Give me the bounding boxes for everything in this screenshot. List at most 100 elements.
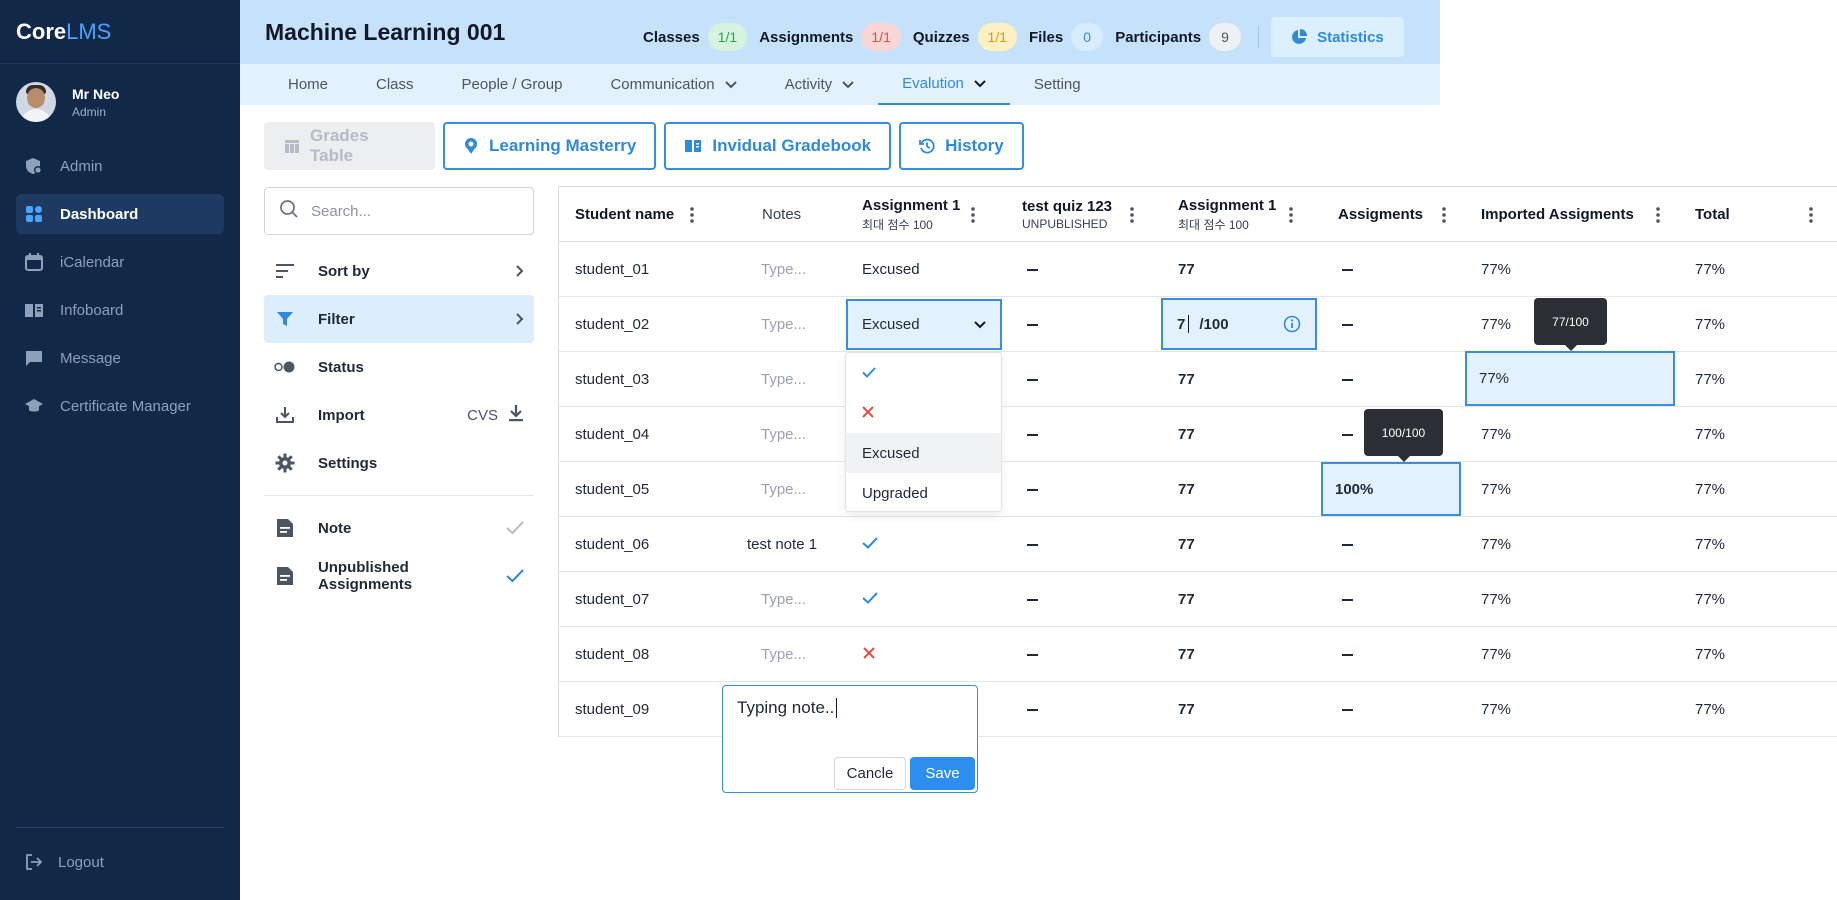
learning-mastery-button[interactable]: Learning Masterry	[443, 122, 657, 170]
percent-cell[interactable]: 77%	[1481, 462, 1511, 517]
brand-logo[interactable]: Core LMS	[0, 0, 240, 64]
tab-home[interactable]: Home	[264, 64, 352, 105]
grade-cell[interactable]	[1027, 517, 1038, 572]
search-input[interactable]	[311, 202, 511, 220]
score-cell[interactable]: 77	[1178, 682, 1195, 737]
menu-item-complete[interactable]	[846, 353, 1001, 393]
percent-cell[interactable]: 77%	[1481, 517, 1511, 572]
status-item[interactable]: Status	[264, 343, 534, 391]
note-toggle-item[interactable]: Note	[264, 504, 534, 552]
percent-cell[interactable]: 77%	[1481, 627, 1511, 682]
menu-item-excused[interactable]: Excused	[846, 433, 1001, 473]
grade-cell[interactable]	[1027, 462, 1038, 517]
grade-cell[interactable]	[862, 572, 878, 627]
tab-evaluation[interactable]: Evalution	[878, 64, 1010, 105]
percent-cell[interactable]: 77%	[1481, 297, 1511, 352]
grade-cell[interactable]	[1027, 627, 1038, 682]
grade-cell[interactable]	[1027, 407, 1038, 462]
sidebar-item-certificate-manager[interactable]: Certificate Manager	[16, 386, 224, 426]
percent-cell[interactable]: 77%	[1481, 682, 1511, 737]
grade-cell[interactable]	[1342, 627, 1353, 682]
grade-cell[interactable]	[1027, 297, 1038, 352]
percent-cell[interactable]: 77%	[1481, 242, 1511, 297]
sidebar-item-icalendar[interactable]: iCalendar	[16, 242, 224, 282]
note-cell[interactable]: Type...	[761, 627, 806, 682]
sidebar-item-admin[interactable]: Admin	[16, 146, 224, 186]
counter-classes[interactable]: Classes 1/1	[643, 23, 748, 51]
header-total[interactable]: Total	[1695, 187, 1730, 242]
note-cell[interactable]: Type...	[761, 572, 806, 627]
header-assignment-1b[interactable]: Assignment 1 최대 점수 100	[1178, 187, 1276, 242]
import-item[interactable]: Import CVS	[264, 391, 534, 439]
selected-assigments-cell[interactable]: 100%	[1321, 462, 1461, 516]
sidebar-item-message[interactable]: Message	[16, 338, 224, 378]
header-assigments[interactable]: Assigments	[1338, 187, 1423, 242]
info-icon[interactable]	[1283, 315, 1301, 333]
counter-files[interactable]: Files 0	[1029, 23, 1104, 51]
cancel-button[interactable]: Cancle	[834, 757, 906, 790]
note-cell[interactable]: Type...	[761, 462, 806, 517]
header-test-quiz[interactable]: test quiz 123 UNPUBLISHED	[1022, 187, 1112, 242]
grade-cell[interactable]	[863, 627, 875, 682]
score-cell[interactable]: 77	[1178, 242, 1195, 297]
note-cell[interactable]: Type...	[761, 407, 806, 462]
unpublished-toggle-item[interactable]: Unpublished Assignments	[264, 552, 534, 600]
score-input[interactable]: 7/100	[1161, 298, 1317, 350]
header-imported-assigments[interactable]: Imported Assigments	[1481, 187, 1634, 242]
menu-item-upgraded[interactable]: Upgraded	[846, 473, 1001, 513]
note-cell[interactable]: Type...	[761, 242, 806, 297]
percent-cell[interactable]: 77%	[1481, 407, 1511, 462]
header-assignment-1[interactable]: Assignment 1 최대 점수 100	[862, 187, 960, 242]
grades-table-button[interactable]: Grades Table	[264, 122, 435, 170]
kebab-menu-icon[interactable]	[683, 205, 701, 225]
percent-cell[interactable]: 77%	[1481, 572, 1511, 627]
grade-cell[interactable]	[1342, 682, 1353, 737]
sort-by-item[interactable]: Sort by	[264, 247, 534, 295]
sidebar-item-dashboard[interactable]: Dashboard	[16, 194, 224, 234]
statistics-button[interactable]: Statistics	[1271, 17, 1404, 57]
tab-class[interactable]: Class	[352, 64, 438, 105]
kebab-menu-icon[interactable]	[964, 205, 982, 225]
selected-imported-cell[interactable]: 77%	[1465, 351, 1675, 406]
settings-item[interactable]: Settings	[264, 439, 534, 487]
grade-cell[interactable]	[1342, 242, 1353, 297]
counter-quizzes[interactable]: Quizzes 1/1	[913, 23, 1018, 51]
individual-gradebook-button[interactable]: Invidual Gradebook	[664, 122, 892, 170]
tab-activity[interactable]: Activity	[761, 64, 879, 105]
score-cell[interactable]: 77	[1178, 517, 1195, 572]
score-cell[interactable]: 77	[1178, 572, 1195, 627]
counter-assignments[interactable]: Assignments 1/1	[759, 23, 901, 51]
kebab-menu-icon[interactable]	[1649, 205, 1667, 225]
grade-status-select[interactable]: Excused	[846, 299, 1002, 350]
grade-cell[interactable]: Excused	[862, 242, 920, 297]
score-cell[interactable]: 77	[1178, 462, 1195, 517]
kebab-menu-icon[interactable]	[1282, 205, 1300, 225]
score-cell[interactable]: 77	[1178, 352, 1195, 407]
note-cell[interactable]: Type...	[761, 297, 806, 352]
grade-cell[interactable]	[1342, 517, 1353, 572]
score-cell[interactable]: 77	[1178, 407, 1195, 462]
note-cell[interactable]: Type...	[761, 352, 806, 407]
user-profile[interactable]: Mr Neo Admin	[0, 64, 240, 140]
tab-people-group[interactable]: People / Group	[438, 64, 587, 105]
note-textarea[interactable]: Typing note..	[737, 698, 838, 718]
grade-cell[interactable]	[862, 517, 878, 572]
save-button[interactable]: Save	[910, 757, 975, 790]
history-button[interactable]: History	[899, 122, 1024, 170]
tab-setting[interactable]: Setting	[1010, 64, 1105, 105]
sidebar-item-infoboard[interactable]: Infoboard	[16, 290, 224, 330]
kebab-menu-icon[interactable]	[1802, 205, 1820, 225]
grade-cell[interactable]	[1342, 297, 1353, 352]
counter-participants[interactable]: Participants 9	[1115, 23, 1242, 51]
grade-cell[interactable]	[1027, 352, 1038, 407]
logout-button[interactable]: Logout	[24, 852, 104, 872]
kebab-menu-icon[interactable]	[1123, 205, 1141, 225]
note-cell[interactable]: test note 1	[747, 517, 817, 572]
grade-cell[interactable]	[1342, 352, 1353, 407]
kebab-menu-icon[interactable]	[1435, 205, 1453, 225]
grade-cell[interactable]	[1342, 572, 1353, 627]
header-student-name[interactable]: Student name	[575, 187, 674, 242]
score-cell[interactable]: 77	[1178, 627, 1195, 682]
filter-item[interactable]: Filter	[264, 295, 534, 343]
grade-cell[interactable]	[1027, 572, 1038, 627]
